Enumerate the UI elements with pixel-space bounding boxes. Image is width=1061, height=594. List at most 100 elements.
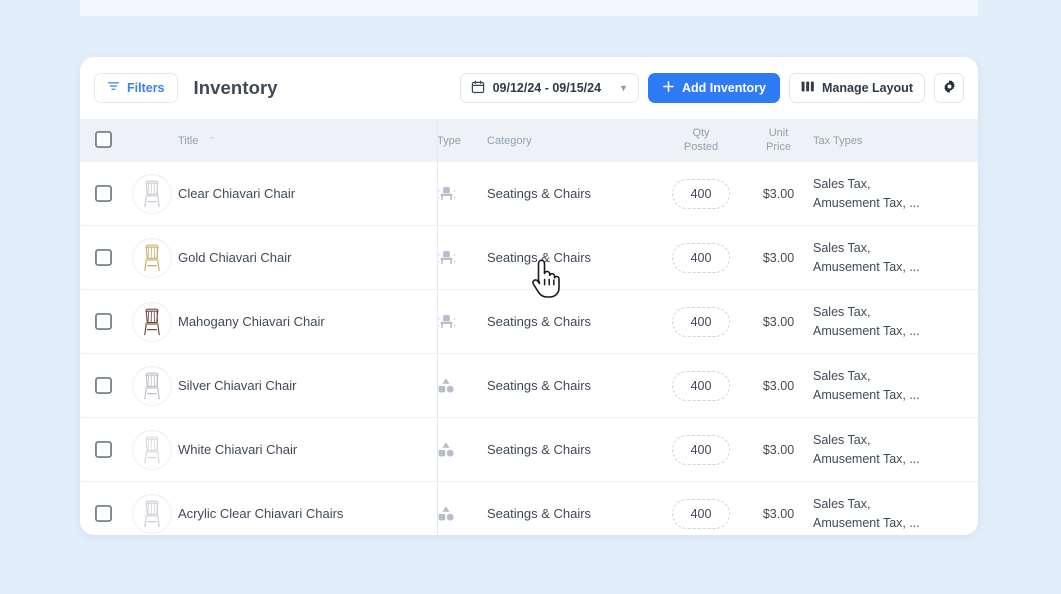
item-type-cell xyxy=(437,249,487,266)
item-thumbnail-cell xyxy=(126,301,178,342)
tax-types-line1: Sales Tax, xyxy=(813,369,871,384)
item-type-cell xyxy=(437,185,487,202)
category-header-label: Category xyxy=(487,134,532,147)
tax-types-line1: Sales Tax, xyxy=(813,305,871,320)
table-header-row: Title ⌃ Type Category Qty Posted Unit Pr… xyxy=(80,119,978,162)
item-title: Gold Chiavari Chair xyxy=(178,250,292,265)
select-all-checkbox[interactable] xyxy=(94,130,112,151)
tax-types-cell: Sales Tax, Amusement Tax, ... xyxy=(813,431,973,467)
qty-posted-value[interactable]: 400 xyxy=(672,434,730,465)
unit-price-value: $3.00 xyxy=(762,314,795,329)
item-title: White Chiavari Chair xyxy=(178,442,298,457)
item-title: Clear Chiavari Chair xyxy=(178,186,296,201)
qty-posted-cell[interactable]: 400 xyxy=(658,370,744,401)
inventory-table: Title ⌃ Type Category Qty Posted Unit Pr… xyxy=(80,119,978,535)
qty-posted-cell[interactable]: 400 xyxy=(658,498,744,529)
filter-funnel-icon xyxy=(107,80,120,96)
row-checkbox[interactable] xyxy=(80,377,126,394)
chair-icon xyxy=(437,313,456,330)
tax-types-line1: Sales Tax, xyxy=(813,241,871,256)
item-title-cell: Silver Chiavari Chair xyxy=(178,378,437,393)
unit-price-value: $3.00 xyxy=(762,250,795,265)
item-thumbnail-cell xyxy=(126,365,178,406)
date-range-value: 09/12/24 - 09/15/24 xyxy=(492,81,602,95)
table-row[interactable]: Mahogany Chiavari Chair Seatings & Chairs… xyxy=(80,289,978,353)
tax-types-header-cell[interactable]: Tax Types xyxy=(813,135,973,147)
tax-types-cell: Sales Tax, Amusement Tax, ... xyxy=(813,303,973,339)
table-row[interactable]: Clear Chiavari Chair Seatings & Chairs 400… xyxy=(80,162,978,225)
row-checkbox[interactable] xyxy=(80,313,126,330)
row-checkbox[interactable] xyxy=(80,249,126,266)
settings-button[interactable] xyxy=(934,73,964,103)
tax-types-line2: Amusement Tax, ... xyxy=(813,515,920,530)
unit-price-cell: $3.00 xyxy=(744,251,813,265)
tax-types-line1: Sales Tax, xyxy=(813,177,871,192)
tax-types-line2: Amusement Tax, ... xyxy=(813,323,920,338)
tax-types-line1: Sales Tax, xyxy=(813,433,871,448)
unit-price-cell: $3.00 xyxy=(744,315,813,329)
manage-layout-button[interactable]: Manage Layout xyxy=(789,73,925,103)
unit-price-cell: $3.00 xyxy=(744,187,813,201)
table-row[interactable]: Silver Chiavari Chair Seatings & Chairs 40… xyxy=(80,353,978,417)
qty-posted-value[interactable]: 400 xyxy=(672,498,730,529)
qty-posted-value[interactable]: 400 xyxy=(672,370,730,401)
page-title: Inventory xyxy=(193,77,278,98)
type-header-cell[interactable]: Type xyxy=(437,135,487,147)
tax-types-line2: Amusement Tax, ... xyxy=(813,195,920,210)
qty-posted-value[interactable]: 400 xyxy=(672,306,730,337)
table-row[interactable]: White Chiavari Chair Seatings & Chairs 400… xyxy=(80,417,978,481)
tax-types-value: Sales Tax, Amusement Tax, ... xyxy=(813,239,920,275)
unit-price-header-line1: Unit xyxy=(768,126,789,139)
tax-types-cell: Sales Tax, Amusement Tax, ... xyxy=(813,495,973,531)
qty-posted-header-cell[interactable]: Qty Posted xyxy=(658,127,744,155)
tax-types-header-label: Tax Types xyxy=(813,134,863,147)
qty-posted-value[interactable]: 400 xyxy=(672,178,730,209)
date-range-picker[interactable]: 09/12/24 - 09/15/24 ▼ xyxy=(459,73,639,103)
unit-price-header-cell[interactable]: Unit Price xyxy=(744,127,813,155)
row-checkbox[interactable] xyxy=(80,505,126,522)
shapes-icon xyxy=(437,441,455,458)
sort-indicator-icon: ⌃ xyxy=(206,134,217,146)
item-thumbnail-cell xyxy=(126,173,178,214)
title-header-cell[interactable]: Title ⌃ xyxy=(178,134,437,147)
category-header-cell[interactable]: Category xyxy=(487,135,658,147)
tax-types-value: Sales Tax, Amusement Tax, ... xyxy=(813,367,920,403)
tax-types-line1: Sales Tax, xyxy=(813,497,871,512)
tax-types-cell: Sales Tax, Amusement Tax, ... xyxy=(813,367,973,403)
add-inventory-label: Add Inventory xyxy=(681,81,766,95)
add-inventory-button[interactable]: Add Inventory xyxy=(647,73,780,103)
qty-posted-cell[interactable]: 400 xyxy=(658,178,744,209)
qty-posted-cell[interactable]: 400 xyxy=(658,242,744,273)
item-title: Silver Chiavari Chair xyxy=(178,378,297,393)
title-header-label: Title xyxy=(178,134,199,147)
tax-types-value: Sales Tax, Amusement Tax, ... xyxy=(813,303,920,339)
item-category-cell: Seatings & Chairs xyxy=(487,186,658,201)
qty-posted-cell[interactable]: 400 xyxy=(658,306,744,337)
white-chiavari-chair-thumb xyxy=(132,429,172,470)
qty-posted-header-line2: Posted xyxy=(683,140,719,153)
unit-price-value: $3.00 xyxy=(762,442,795,457)
table-row[interactable]: Acrylic Clear Chiavari Chairs Seatings & … xyxy=(80,481,978,535)
tax-types-line2: Amusement Tax, ... xyxy=(813,259,920,274)
item-type-cell xyxy=(437,441,487,458)
qty-posted-value[interactable]: 400 xyxy=(672,242,730,273)
table-row[interactable]: Gold Chiavari Chair Seatings & Chairs 400 $… xyxy=(80,225,978,289)
select-all-cell xyxy=(80,130,126,151)
item-category-cell: Seatings & Chairs xyxy=(487,314,658,329)
item-title-cell: Mahogany Chiavari Chair xyxy=(178,314,437,329)
shapes-icon xyxy=(437,377,455,394)
qty-posted-header-line1: Qty xyxy=(692,126,710,139)
item-type-cell xyxy=(437,313,487,330)
clear-chiavari-chair-thumb xyxy=(132,173,172,214)
chair-icon xyxy=(437,185,456,202)
unit-price-value: $3.00 xyxy=(762,186,795,201)
item-thumbnail-cell xyxy=(126,493,178,534)
row-checkbox[interactable] xyxy=(80,441,126,458)
item-category: Seatings & Chairs xyxy=(487,442,592,457)
item-thumbnail-cell xyxy=(126,429,178,470)
tax-types-value: Sales Tax, Amusement Tax, ... xyxy=(813,495,920,531)
row-checkbox[interactable] xyxy=(80,185,126,202)
item-type-cell xyxy=(437,505,487,522)
filters-button[interactable]: Filters xyxy=(94,73,178,103)
qty-posted-cell[interactable]: 400 xyxy=(658,434,744,465)
